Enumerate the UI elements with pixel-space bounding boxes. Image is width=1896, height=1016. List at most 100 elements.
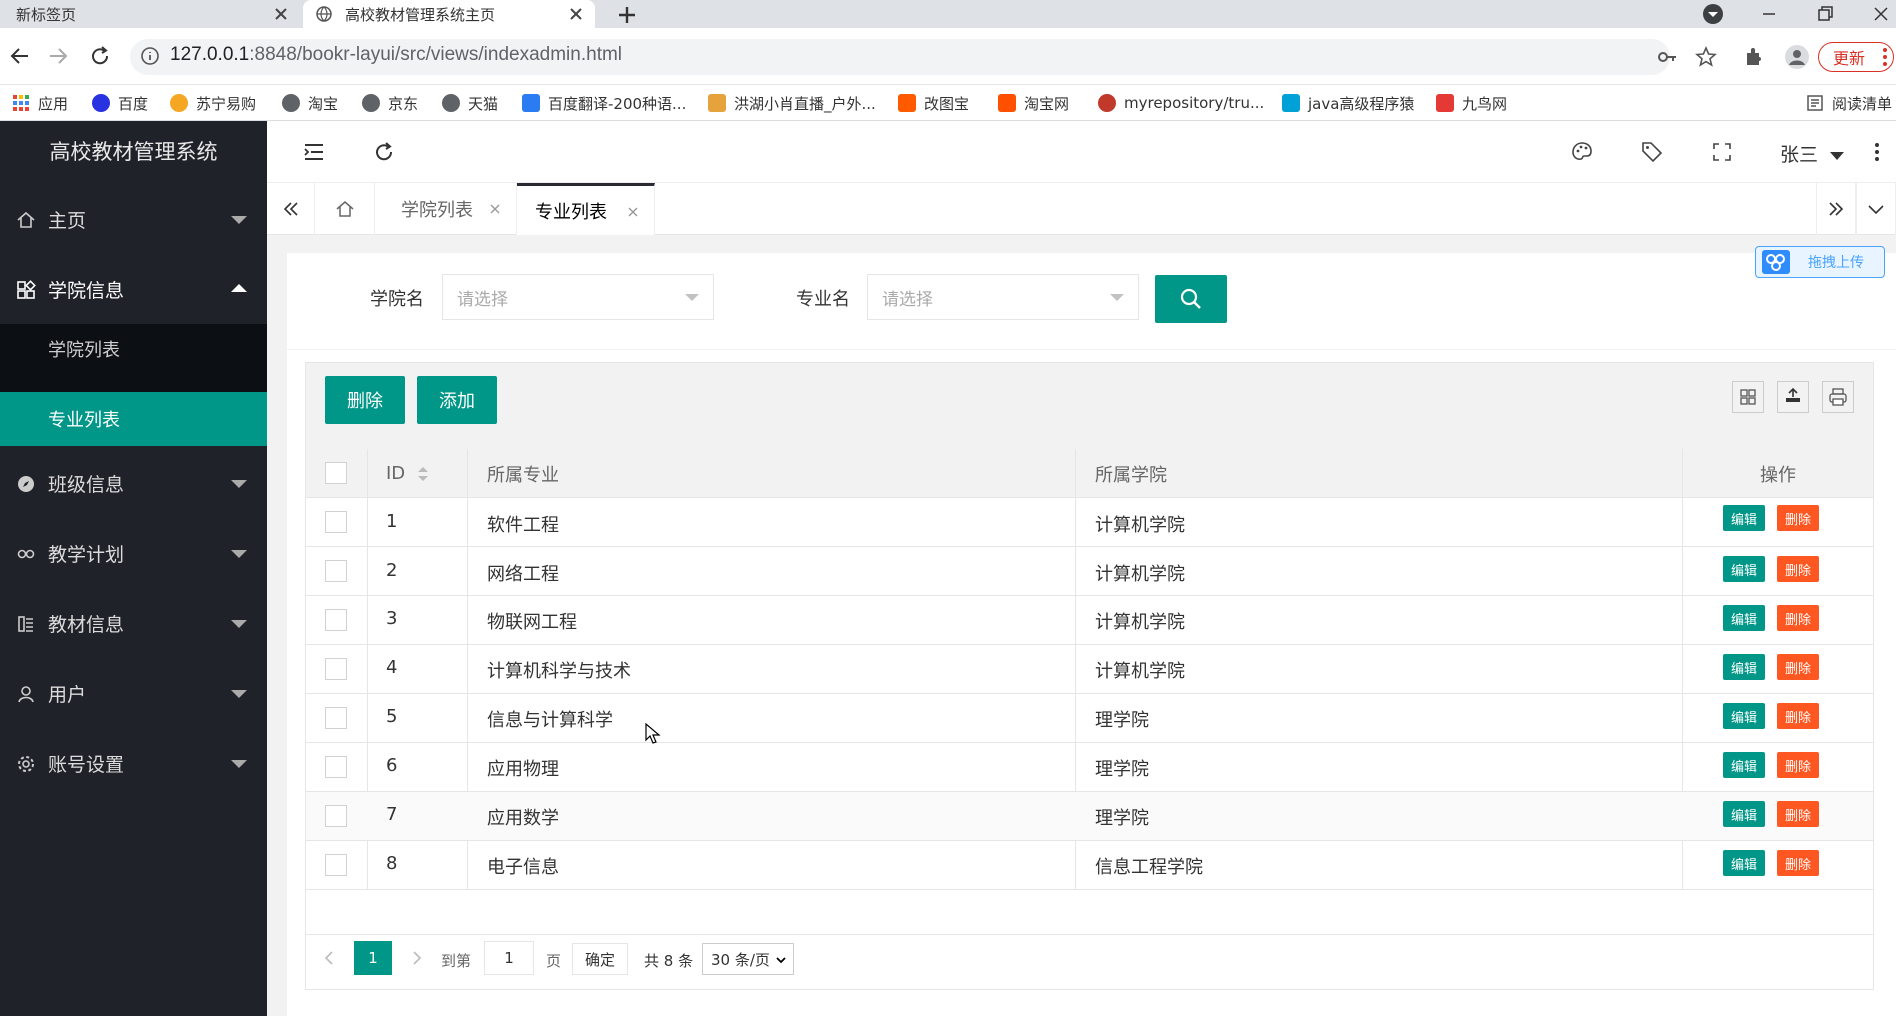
edit-button[interactable]: 编辑 — [1723, 505, 1765, 531]
column-header-id[interactable]: ID — [386, 449, 429, 498]
sidebar-item-college-info[interactable]: 学院信息 — [0, 254, 267, 324]
tabs-scroll-left[interactable] — [267, 183, 315, 235]
row-checkbox[interactable] — [325, 707, 347, 729]
close-tab-icon[interactable] — [488, 202, 502, 216]
baidu-upload-widget[interactable]: 拖拽上传 — [1755, 246, 1885, 278]
export-icon[interactable] — [1777, 381, 1809, 413]
bookmark-gaitubao[interactable]: 改图宝 — [898, 85, 969, 121]
sidebar-subitem-college-list[interactable]: 学院列表 — [0, 324, 267, 374]
sidebar-item-teaching-plan[interactable]: 教学计划 — [0, 518, 267, 588]
edit-button[interactable]: 编辑 — [1723, 703, 1765, 729]
bookmark-star-icon[interactable] — [1694, 45, 1718, 69]
row-checkbox[interactable] — [325, 511, 347, 533]
major-select[interactable]: 请选择 — [867, 274, 1139, 320]
sidebar-item-class-info[interactable]: 班级信息 — [0, 448, 267, 518]
bookmark-myrepository[interactable]: myrepository/tru... — [1098, 85, 1264, 121]
avatar[interactable] — [1784, 44, 1810, 70]
bookmark-apps[interactable]: 应用 — [12, 85, 68, 121]
extensions-icon[interactable] — [1742, 45, 1766, 69]
browser-tab-active[interactable]: 高校教材管理系统主页 — [303, 0, 595, 28]
delete-button[interactable]: 删除 — [1777, 850, 1819, 876]
new-tab-icon[interactable] — [615, 3, 639, 27]
delete-button[interactable]: 删除 — [1777, 505, 1819, 531]
bookmark-jiuniao[interactable]: 九鸟网 — [1436, 85, 1507, 121]
sidebar-subitem-major-list[interactable]: 专业列表 — [0, 392, 267, 446]
tabs-scroll-right[interactable] — [1816, 183, 1856, 235]
bookmark-baidu-translate[interactable]: 百度翻译-200种语... — [522, 85, 686, 121]
back-icon[interactable] — [8, 44, 32, 68]
sidebar-item-home[interactable]: 主页 — [0, 184, 267, 254]
column-filter-icon[interactable] — [1732, 381, 1764, 413]
theme-palette-icon[interactable] — [1570, 140, 1594, 164]
restore-icon[interactable] — [1814, 3, 1836, 25]
tabs-dropdown[interactable] — [1856, 183, 1896, 235]
batch-delete-button[interactable]: 删除 — [325, 376, 405, 424]
select-all-checkbox[interactable] — [325, 462, 347, 484]
delete-button[interactable]: 删除 — [1777, 801, 1819, 827]
page-size-select[interactable]: 30 条/页 — [702, 943, 794, 975]
row-checkbox[interactable] — [325, 658, 347, 680]
more-vertical-icon[interactable] — [1874, 142, 1880, 162]
goto-page-input[interactable]: 1 — [484, 941, 534, 975]
sidebar-item-user[interactable]: 用户 — [0, 658, 267, 728]
profile-dropdown-icon[interactable] — [1702, 3, 1724, 25]
key-icon[interactable] — [1656, 46, 1678, 68]
reload-icon[interactable] — [88, 44, 112, 68]
bookmark-jd[interactable]: 京东 — [362, 85, 418, 121]
bookmark-taobao-net[interactable]: 淘宝网 — [998, 85, 1069, 121]
row-checkbox[interactable] — [325, 609, 347, 631]
bookmark-bilibili[interactable]: java高级程序猿 — [1282, 85, 1414, 121]
edit-button[interactable]: 编辑 — [1723, 801, 1765, 827]
browser-tab-newtab[interactable]: 新标签页 — [0, 0, 300, 28]
page-number-current[interactable]: 1 — [354, 941, 392, 975]
sort-icon[interactable] — [417, 465, 429, 483]
row-checkbox[interactable] — [325, 805, 347, 827]
tab-major-list[interactable]: 专业列表 — [517, 183, 655, 235]
bookmark-tmall[interactable]: 天猫 — [442, 85, 498, 121]
bookmark-live[interactable]: 洪湖小肖直播_户外... — [708, 85, 876, 121]
menu-collapse-icon[interactable] — [302, 140, 326, 164]
tab-home[interactable] — [315, 183, 375, 235]
bookmark-baidu[interactable]: 百度 — [92, 85, 148, 121]
fullscreen-icon[interactable] — [1710, 140, 1734, 164]
refresh-icon[interactable] — [372, 140, 396, 164]
bookmark-suning[interactable]: 苏宁易购 — [170, 85, 256, 121]
sidebar-item-textbook-info[interactable]: 教材信息 — [0, 588, 267, 658]
edit-button[interactable]: 编辑 — [1723, 556, 1765, 582]
edit-button[interactable]: 编辑 — [1723, 654, 1765, 680]
more-menu-icon[interactable] — [1880, 46, 1890, 68]
delete-button[interactable]: 删除 — [1777, 752, 1819, 778]
delete-button[interactable]: 删除 — [1777, 556, 1819, 582]
print-icon[interactable] — [1822, 381, 1854, 413]
close-tab-icon[interactable] — [626, 205, 640, 219]
add-button[interactable]: 添加 — [417, 376, 497, 424]
row-checkbox[interactable] — [325, 756, 347, 778]
close-tab-icon[interactable] — [272, 5, 290, 23]
pagination — [306, 934, 1873, 989]
edit-button[interactable]: 编辑 — [1723, 752, 1765, 778]
forward-icon[interactable] — [46, 44, 70, 68]
next-page-icon[interactable] — [410, 950, 424, 966]
delete-button[interactable]: 删除 — [1777, 654, 1819, 680]
bookmark-taobao[interactable]: 淘宝 — [282, 85, 338, 121]
minimize-icon[interactable] — [1758, 3, 1780, 25]
edit-button[interactable]: 编辑 — [1723, 850, 1765, 876]
delete-button[interactable]: 删除 — [1777, 605, 1819, 631]
reading-list[interactable]: 阅读清单 — [1806, 85, 1892, 121]
goto-confirm-button[interactable]: 确定 — [572, 943, 628, 975]
sidebar-item-account-settings[interactable]: 账号设置 — [0, 728, 267, 798]
row-checkbox[interactable] — [325, 560, 347, 582]
tab-college-list[interactable]: 学院列表 — [375, 183, 517, 235]
row-checkbox[interactable] — [325, 854, 347, 876]
prev-page-icon[interactable] — [322, 950, 336, 966]
url-text[interactable]: 127.0.0.1:8848/bookr-layui/src/views/ind… — [170, 44, 622, 66]
edit-button[interactable]: 编辑 — [1723, 605, 1765, 631]
tag-icon[interactable] — [1640, 140, 1664, 164]
search-button[interactable] — [1155, 275, 1227, 323]
user-menu[interactable]: 张三 — [1780, 140, 1845, 167]
college-select[interactable]: 请选择 — [442, 274, 714, 320]
close-tab-icon[interactable] — [567, 5, 585, 23]
close-window-icon[interactable] — [1870, 3, 1892, 25]
info-icon[interactable] — [140, 46, 160, 66]
delete-button[interactable]: 删除 — [1777, 703, 1819, 729]
